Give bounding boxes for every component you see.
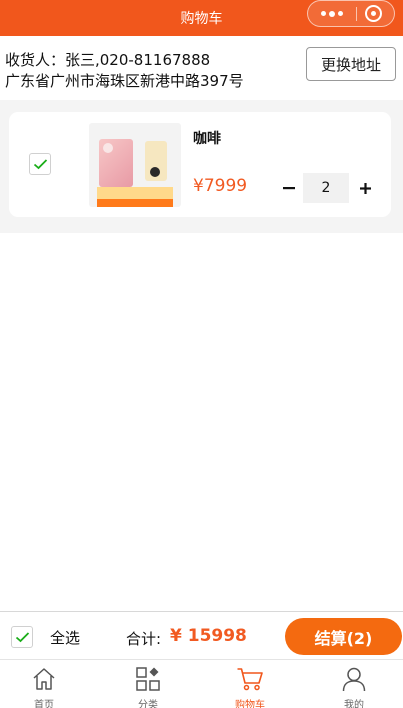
total-amount: ¥ 15998 bbox=[170, 626, 247, 646]
cart-icon bbox=[237, 668, 263, 691]
total-label: 合计: bbox=[126, 630, 162, 648]
increase-quantity-button[interactable] bbox=[355, 172, 375, 204]
change-address-button[interactable]: 更换地址 bbox=[306, 47, 396, 81]
home-icon bbox=[33, 668, 55, 690]
nav-bar: 购物车 bbox=[0, 0, 403, 36]
select-all-checkbox[interactable] bbox=[11, 626, 33, 648]
mini-program-capsule bbox=[307, 0, 395, 27]
minus-icon bbox=[283, 187, 295, 190]
checkmark-icon bbox=[33, 159, 48, 170]
user-icon bbox=[342, 667, 366, 692]
checkout-bar: 全选 合计: ¥ 15998 结算(2) bbox=[0, 611, 403, 659]
plus-icon bbox=[359, 182, 371, 194]
tab-category[interactable]: 分类 bbox=[98, 660, 198, 708]
address-section: 收货人：张三,020-81167888 广东省广州市海珠区新港中路397号 更换… bbox=[0, 36, 403, 100]
cart-item: 咖啡 ¥7999 bbox=[9, 112, 391, 217]
tab-profile[interactable]: 我的 bbox=[304, 660, 403, 708]
tab-home[interactable]: 首页 bbox=[0, 660, 94, 708]
shipping-address: 广东省广州市海珠区新港中路397号 bbox=[5, 72, 244, 90]
quantity-stepper bbox=[275, 172, 385, 204]
quantity-input[interactable] bbox=[303, 173, 349, 203]
tab-label: 我的 bbox=[344, 700, 364, 708]
product-image[interactable] bbox=[89, 123, 181, 207]
product-price: ¥7999 bbox=[193, 176, 248, 196]
checkout-button[interactable]: 结算(2) bbox=[285, 618, 402, 655]
select-all-label[interactable]: 全选 bbox=[50, 627, 80, 648]
tab-label: 首页 bbox=[34, 700, 54, 708]
tab-label: 分类 bbox=[138, 700, 158, 708]
tab-bar: 首页 分类 购物车 我的 bbox=[0, 659, 403, 708]
close-icon[interactable] bbox=[365, 5, 382, 22]
decrease-quantity-button[interactable] bbox=[279, 172, 299, 204]
tab-label: 购物车 bbox=[235, 700, 265, 708]
capsule-divider bbox=[356, 7, 357, 21]
more-icon[interactable] bbox=[308, 1, 356, 26]
category-icon bbox=[136, 667, 160, 691]
cart-list: 咖啡 ¥7999 bbox=[0, 100, 403, 233]
tab-cart[interactable]: 购物车 bbox=[200, 660, 300, 708]
product-name[interactable]: 咖啡 bbox=[193, 128, 221, 148]
item-checkbox[interactable] bbox=[29, 153, 51, 175]
recipient-info: 收货人：张三,020-81167888 bbox=[5, 51, 211, 69]
checkmark-icon bbox=[15, 632, 30, 643]
